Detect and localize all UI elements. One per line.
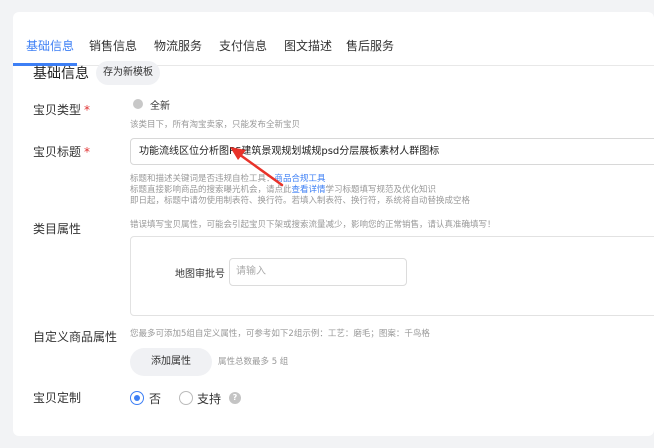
product-type-option: 全新 xyxy=(150,101,170,112)
customization-yes-label: 支持 xyxy=(197,392,222,406)
tab-bar: 基础信息 销售信息 物流服务 支付信息 图文描述 售后服务 xyxy=(13,26,654,66)
save-template-button[interactable]: 存为新模板 xyxy=(96,61,160,85)
map-number-input[interactable]: 请输入 xyxy=(229,258,407,286)
required-mark: * xyxy=(84,103,91,117)
category-attrs-tip: 错误填写宝贝属性，可能会引起宝贝下架或搜索流量减少，影响您的正常销售，请认真准确… xyxy=(130,220,496,230)
product-type-label: 宝贝类型 * xyxy=(33,101,90,118)
tab-sales-info[interactable]: 销售信息 xyxy=(89,32,137,60)
title-tip-search-prefix: 标题直接影响商品的搜索曝光机会，请点此 xyxy=(130,185,292,195)
title-tip-compliance-text: 标题和描述关键词是否违规自检工具： xyxy=(130,174,275,184)
tab-description[interactable]: 图文描述 xyxy=(284,32,332,60)
product-type-radio[interactable] xyxy=(133,99,143,109)
help-icon[interactable]: ? xyxy=(229,392,241,404)
product-form-card: 基础信息 销售信息 物流服务 支付信息 图文描述 售后服务 基础信息 存为新模板… xyxy=(13,12,654,436)
title-tip-tabs: 即日起，标题中请勿使用制表符、换行符。若填入制表符、换行符，系统将自动替换成空格 xyxy=(130,196,471,206)
tab-logistics[interactable]: 物流服务 xyxy=(154,32,202,60)
tab-payment[interactable]: 支付信息 xyxy=(219,32,267,60)
custom-attrs-tip: 您最多可添加5组自定义属性，可参考如下2组示例：工艺：磨毛；图案：千鸟格 xyxy=(130,329,430,339)
add-attribute-button[interactable]: 添加属性 xyxy=(130,348,212,376)
product-title-input[interactable]: 功能流线区位分析图PS建筑景观规划城规psd分层展板素材人群图标 xyxy=(130,138,654,165)
view-details-link[interactable]: 查看详情 xyxy=(292,185,326,195)
tab-after-sales[interactable]: 售后服务 xyxy=(346,32,394,60)
product-title-label: 宝贝标题 * xyxy=(33,143,90,160)
section-title: 基础信息 xyxy=(33,66,89,82)
category-attrs-label: 类目属性 xyxy=(33,222,82,236)
required-mark: * xyxy=(84,145,91,159)
product-title-label-text: 宝贝标题 xyxy=(33,145,82,159)
title-tip-search-suffix: 学习标题填写规范及优化知识 xyxy=(325,185,437,195)
attribute-count-tip: 属性总数最多 5 组 xyxy=(218,357,289,367)
tab-basic-info[interactable]: 基础信息 xyxy=(26,32,74,60)
customization-no-radio[interactable] xyxy=(130,391,144,405)
map-number-label: 地图审批号 xyxy=(175,269,225,280)
customization-no-label: 否 xyxy=(149,392,162,406)
product-type-tip: 该类目下，所有淘宝卖家，只能发布全新宝贝 xyxy=(130,120,301,130)
compliance-tool-link[interactable]: 商品合规工具 xyxy=(275,174,326,184)
customization-yes-radio[interactable] xyxy=(179,391,193,405)
product-type-label-text: 宝贝类型 xyxy=(33,103,82,117)
customization-label: 宝贝定制 xyxy=(33,391,82,405)
custom-attrs-label: 自定义商品属性 xyxy=(33,330,118,344)
